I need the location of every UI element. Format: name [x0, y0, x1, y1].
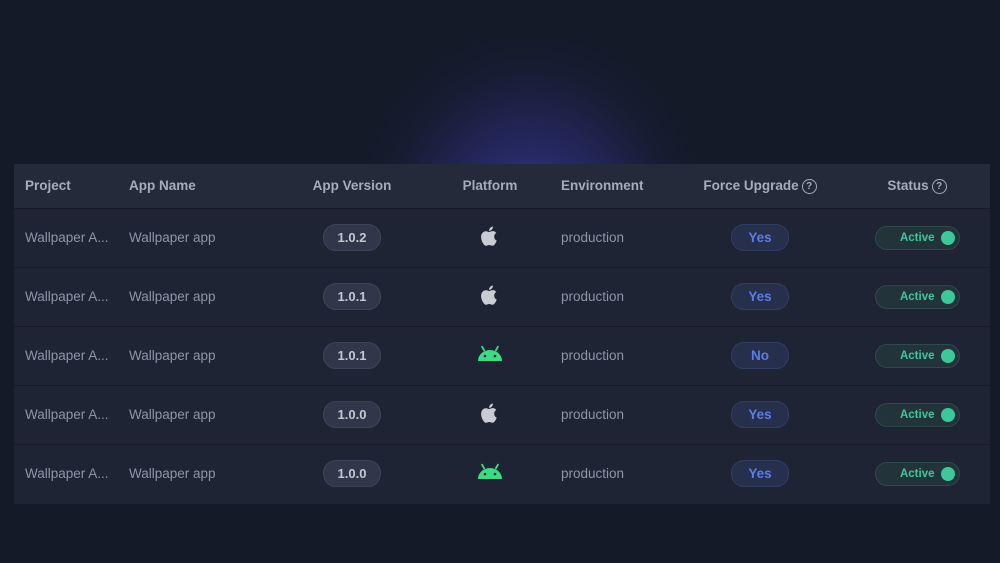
app-versions-table: Project App Name App Version Platform En… — [14, 164, 990, 504]
version-badge: 1.0.1 — [323, 283, 381, 310]
status-toggle[interactable]: Active — [874, 225, 960, 250]
status-toggle[interactable]: Active — [874, 461, 960, 486]
cell-environment: production — [550, 385, 676, 444]
table-row[interactable]: Wallpaper A... Wallpaper app 1.0.2 produ… — [14, 208, 990, 267]
app-name: Wallpaper app — [129, 289, 216, 304]
project-name: Wallpaper A... — [25, 230, 109, 245]
table-row[interactable]: Wallpaper A... Wallpaper app 1.0.0 produ… — [14, 385, 990, 444]
cell-app-version: 1.0.1 — [274, 267, 430, 326]
toggle-knob — [940, 230, 955, 245]
header-platform: Platform — [462, 178, 518, 194]
cell-platform — [430, 444, 550, 503]
cell-app-version: 1.0.0 — [274, 385, 430, 444]
status-toggle[interactable]: Active — [874, 284, 960, 309]
environment-label: production — [561, 407, 625, 422]
status-label: Active — [899, 290, 935, 303]
apple-icon — [479, 283, 501, 310]
cell-app-name: Wallpaper app — [118, 326, 274, 385]
header-force-upgrade: Force Upgrade? — [676, 164, 844, 208]
project-name: Wallpaper A... — [25, 348, 109, 363]
status-label: Active — [899, 467, 935, 480]
status-label: Active — [899, 408, 935, 421]
cell-status: Active — [844, 267, 990, 326]
force-upgrade-badge: Yes — [731, 401, 789, 428]
cell-app-name: Wallpaper app — [118, 444, 274, 503]
table-row[interactable]: Wallpaper A... Wallpaper app 1.0.1 produ… — [14, 267, 990, 326]
header-status-label: Status — [887, 177, 929, 193]
cell-project: Wallpaper A... — [14, 385, 118, 444]
force-upgrade-badge: Yes — [731, 460, 789, 488]
apple-icon — [479, 224, 501, 251]
cell-status: Active — [844, 385, 990, 444]
cell-project: Wallpaper A... — [14, 326, 118, 385]
cell-force-upgrade: Yes — [676, 385, 844, 444]
environment-label: production — [561, 466, 625, 482]
project-name: Wallpaper A... — [25, 289, 109, 304]
toggle-knob — [940, 407, 955, 422]
cell-platform — [430, 208, 550, 267]
status-toggle[interactable]: Active — [874, 402, 960, 427]
cell-environment: production — [550, 267, 676, 326]
version-badge: 1.0.0 — [323, 460, 381, 488]
cell-environment: production — [550, 444, 676, 503]
header-app-version: App Version — [312, 178, 392, 194]
cell-environment: production — [550, 208, 676, 267]
cell-force-upgrade: Yes — [676, 208, 844, 267]
table-row[interactable]: Wallpaper A... Wallpaper app 1.0.0 produ… — [14, 444, 990, 503]
question-circle-icon[interactable]: ? — [931, 178, 947, 194]
environment-label: production — [561, 230, 625, 245]
force-upgrade-badge: No — [731, 342, 789, 369]
cell-status: Active — [844, 326, 990, 385]
cell-platform — [430, 326, 550, 385]
app-name: Wallpaper app — [129, 230, 216, 245]
toggle-knob — [940, 289, 955, 304]
android-icon — [476, 345, 504, 366]
version-badge: 1.0.0 — [323, 401, 381, 428]
app-name: Wallpaper app — [129, 348, 216, 363]
version-badge: 1.0.2 — [323, 224, 381, 251]
cell-project: Wallpaper A... — [14, 267, 118, 326]
header-project: Project — [25, 178, 71, 194]
cell-app-version: 1.0.2 — [274, 208, 430, 267]
cell-app-name: Wallpaper app — [118, 267, 274, 326]
apple-icon — [479, 401, 501, 428]
cell-status: Active — [844, 444, 990, 503]
cell-platform — [430, 385, 550, 444]
status-label: Active — [899, 349, 935, 362]
version-badge: 1.0.1 — [323, 342, 381, 369]
status-toggle[interactable]: Active — [874, 343, 960, 368]
cell-project: Wallpaper A... — [14, 444, 118, 503]
cell-app-version: 1.0.0 — [274, 444, 430, 503]
project-name: Wallpaper A... — [25, 466, 109, 482]
force-upgrade-badge: Yes — [731, 224, 789, 251]
cell-force-upgrade: Yes — [676, 444, 844, 503]
status-label: Active — [899, 231, 935, 244]
header-status: Status? — [844, 164, 990, 208]
cell-platform — [430, 267, 550, 326]
cell-status: Active — [844, 208, 990, 267]
header-force-upgrade-label: Force Upgrade — [703, 177, 799, 193]
project-name: Wallpaper A... — [25, 407, 109, 422]
force-upgrade-badge: Yes — [731, 283, 789, 310]
cell-app-name: Wallpaper app — [118, 208, 274, 267]
environment-label: production — [561, 348, 625, 363]
question-circle-icon[interactable]: ? — [801, 178, 817, 194]
header-app-name: App Name — [129, 178, 196, 194]
cell-environment: production — [550, 326, 676, 385]
cell-app-version: 1.0.1 — [274, 326, 430, 385]
header-environment: Environment — [561, 178, 644, 194]
app-name: Wallpaper app — [129, 407, 216, 422]
table-row[interactable]: Wallpaper A... Wallpaper app 1.0.1 produ… — [14, 326, 990, 385]
table-header-row: Project App Name App Version Platform En… — [14, 164, 990, 208]
cell-app-name: Wallpaper app — [118, 385, 274, 444]
app-name: Wallpaper app — [129, 466, 216, 482]
environment-label: production — [561, 289, 625, 304]
cell-project: Wallpaper A... — [14, 208, 118, 267]
android-icon — [476, 463, 504, 484]
toggle-knob — [940, 466, 955, 481]
cell-force-upgrade: Yes — [676, 267, 844, 326]
cell-force-upgrade: No — [676, 326, 844, 385]
page: Project App Name App Version Platform En… — [0, 0, 1000, 563]
toggle-knob — [940, 348, 955, 363]
